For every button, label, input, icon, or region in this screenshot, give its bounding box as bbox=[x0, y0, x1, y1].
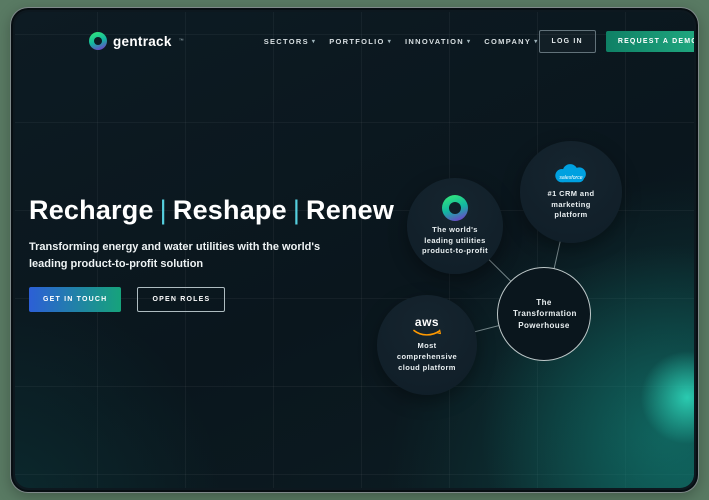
nav-item-label: PORTFOLIO bbox=[329, 36, 385, 46]
chevron-down-icon: ▾ bbox=[387, 38, 392, 45]
trademark-mark: ™ bbox=[178, 38, 184, 44]
request-demo-button[interactable]: REQUEST A DEMO bbox=[605, 30, 694, 52]
open-roles-button[interactable]: OPEN ROLES bbox=[137, 287, 226, 312]
nav-item-sectors[interactable]: SECTORS ▾ bbox=[264, 37, 317, 46]
aws-smile-icon bbox=[413, 329, 441, 336]
node-gentrack: The world's leading utilities product-to… bbox=[407, 178, 503, 274]
chevron-down-icon: ▾ bbox=[311, 38, 317, 45]
nav-item-portfolio[interactable]: PORTFOLIO ▾ bbox=[329, 37, 392, 46]
login-button[interactable]: LOG IN bbox=[538, 29, 596, 53]
node-transformation-powerhouse: The Transformation Powerhouse bbox=[497, 267, 591, 361]
node-label: The world's leading utilities product-to… bbox=[422, 224, 488, 256]
navbar: gentrack ™ SECTORS ▾ PORTFOLIO ▾ INNOVAT… bbox=[15, 12, 694, 70]
nav-item-label: SECTORS bbox=[263, 36, 309, 46]
salesforce-logo-icon: salesforce bbox=[555, 163, 586, 182]
aws-logo-icon: aws bbox=[413, 316, 441, 337]
title-separator: | bbox=[159, 195, 167, 225]
title-word: Renew bbox=[306, 195, 395, 225]
chevron-down-icon: ▾ bbox=[466, 38, 472, 45]
hero-subtitle: Transforming energy and water utilities … bbox=[29, 241, 321, 270]
cta-row: GET IN TOUCH OPEN ROLES bbox=[29, 287, 399, 312]
gentrack-logo-icon bbox=[89, 32, 107, 50]
hero-section: Recharge | Reshape | Renew Transforming ener… bbox=[29, 195, 399, 312]
nav-item-innovation[interactable]: INNOVATION ▾ bbox=[405, 37, 471, 46]
node-salesforce: salesforce #1 CRM and marketing platform bbox=[520, 141, 622, 243]
website-screen: gentrack ™ SECTORS ▾ PORTFOLIO ▾ INNOVAT… bbox=[15, 12, 694, 488]
page-title: Recharge | Reshape | Renew bbox=[29, 195, 399, 226]
node-label: The Transformation Powerhouse bbox=[513, 297, 577, 330]
gentrack-logo[interactable]: gentrack ™ bbox=[89, 32, 184, 50]
title-word: Reshape bbox=[172, 195, 287, 225]
salesforce-wordmark: salesforce bbox=[559, 175, 582, 181]
nav-item-label: INNOVATION bbox=[405, 36, 464, 46]
nav-actions: LOG IN REQUEST A DEMO bbox=[538, 29, 694, 53]
aws-wordmark: aws bbox=[414, 315, 440, 330]
title-word: Recharge bbox=[29, 195, 154, 225]
nav-item-label: COMPANY bbox=[484, 36, 532, 46]
get-in-touch-button[interactable]: GET IN TOUCH bbox=[29, 287, 122, 312]
gentrack-node-icon bbox=[442, 194, 468, 221]
title-separator: | bbox=[292, 195, 301, 225]
canvas-background: gentrack ™ SECTORS ▾ PORTFOLIO ▾ INNOVAT… bbox=[0, 0, 709, 500]
node-label: #1 CRM and marketing platform bbox=[547, 188, 595, 220]
main-nav: SECTORS ▾ PORTFOLIO ▾ INNOVATION ▾ COMPA… bbox=[264, 37, 539, 46]
gentrack-logo-text: gentrack bbox=[113, 33, 172, 49]
nav-item-company[interactable]: COMPANY ▾ bbox=[484, 37, 538, 46]
node-label: Most comprehensive cloud platform bbox=[396, 341, 458, 372]
tablet-frame: gentrack ™ SECTORS ▾ PORTFOLIO ▾ INNOVAT… bbox=[10, 7, 699, 493]
